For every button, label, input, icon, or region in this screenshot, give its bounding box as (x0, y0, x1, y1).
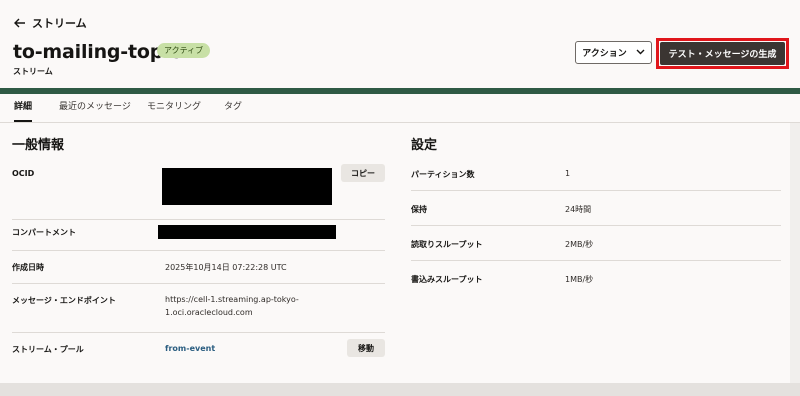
compartment-label: コンパートメント (12, 228, 76, 237)
settings-title: 設定 (411, 138, 438, 153)
stream-pool-link[interactable]: from-event (165, 344, 215, 353)
retention-label: 保持 (411, 205, 427, 214)
page-title: to-mailing-topic (13, 41, 181, 63)
endpoint-label: メッセージ・エンドポイント (12, 296, 116, 305)
tab-bar: 詳細 最近のメッセージ モニタリング タグ (0, 94, 800, 123)
resource-type-label: ストリーム (13, 67, 53, 76)
endpoint-value-line1: https://cell-1.streaming.ap-tokyo- (165, 295, 299, 304)
stream-pool-label: ストリーム・プール (12, 345, 84, 354)
actions-button-label: アクション (582, 49, 627, 59)
details-panel: 一般情報 OCID コピー コンパートメント 作成日時 2025年10月14日 … (0, 123, 790, 383)
page-footer-area (0, 383, 800, 396)
tab-details[interactable]: 詳細 (14, 94, 33, 122)
move-button[interactable]: 移動 (347, 339, 385, 357)
divider (411, 260, 781, 261)
back-link[interactable]: ストリーム (14, 14, 87, 32)
redacted-ocid (162, 168, 332, 205)
tab-recent-messages[interactable]: 最近のメッセージ (59, 94, 131, 122)
copy-button[interactable]: コピー (341, 164, 385, 182)
partitions-label: パーティション数 (411, 170, 475, 179)
tab-monitoring[interactable]: モニタリング (147, 94, 201, 122)
divider (12, 332, 385, 333)
ocid-label: OCID (12, 169, 35, 178)
retention-value: 24時間 (565, 205, 592, 214)
write-throughput-value: 1MB/秒 (565, 275, 594, 284)
arrow-left-icon (14, 18, 26, 28)
divider (411, 225, 781, 226)
tab-tags[interactable]: タグ (224, 94, 242, 122)
partitions-value: 1 (565, 169, 571, 178)
generate-test-message-button[interactable]: テスト・メッセージの生成 (660, 42, 785, 65)
divider (411, 190, 781, 191)
general-info-title: 一般情報 (12, 138, 65, 153)
endpoint-value-line2: 1.oci.oraclecloud.com (165, 308, 253, 317)
write-throughput-label: 書込みスループット (411, 275, 483, 284)
chevron-down-icon (636, 48, 645, 58)
actions-button[interactable]: アクション (575, 41, 652, 64)
created-label: 作成日時 (12, 263, 44, 272)
redacted-compartment (158, 225, 336, 239)
divider (12, 283, 385, 284)
created-value: 2025年10月14日 07:22:28 UTC (165, 263, 287, 272)
divider (12, 250, 385, 251)
back-link-label: ストリーム (32, 17, 87, 30)
status-badge: アクティブ (157, 43, 211, 58)
page-header: ストリーム to-mailing-topic アクティブ ストリーム アクション… (0, 0, 800, 88)
read-throughput-value: 2MB/秒 (565, 240, 594, 249)
divider (12, 219, 385, 220)
read-throughput-label: 読取りスループット (411, 240, 483, 249)
